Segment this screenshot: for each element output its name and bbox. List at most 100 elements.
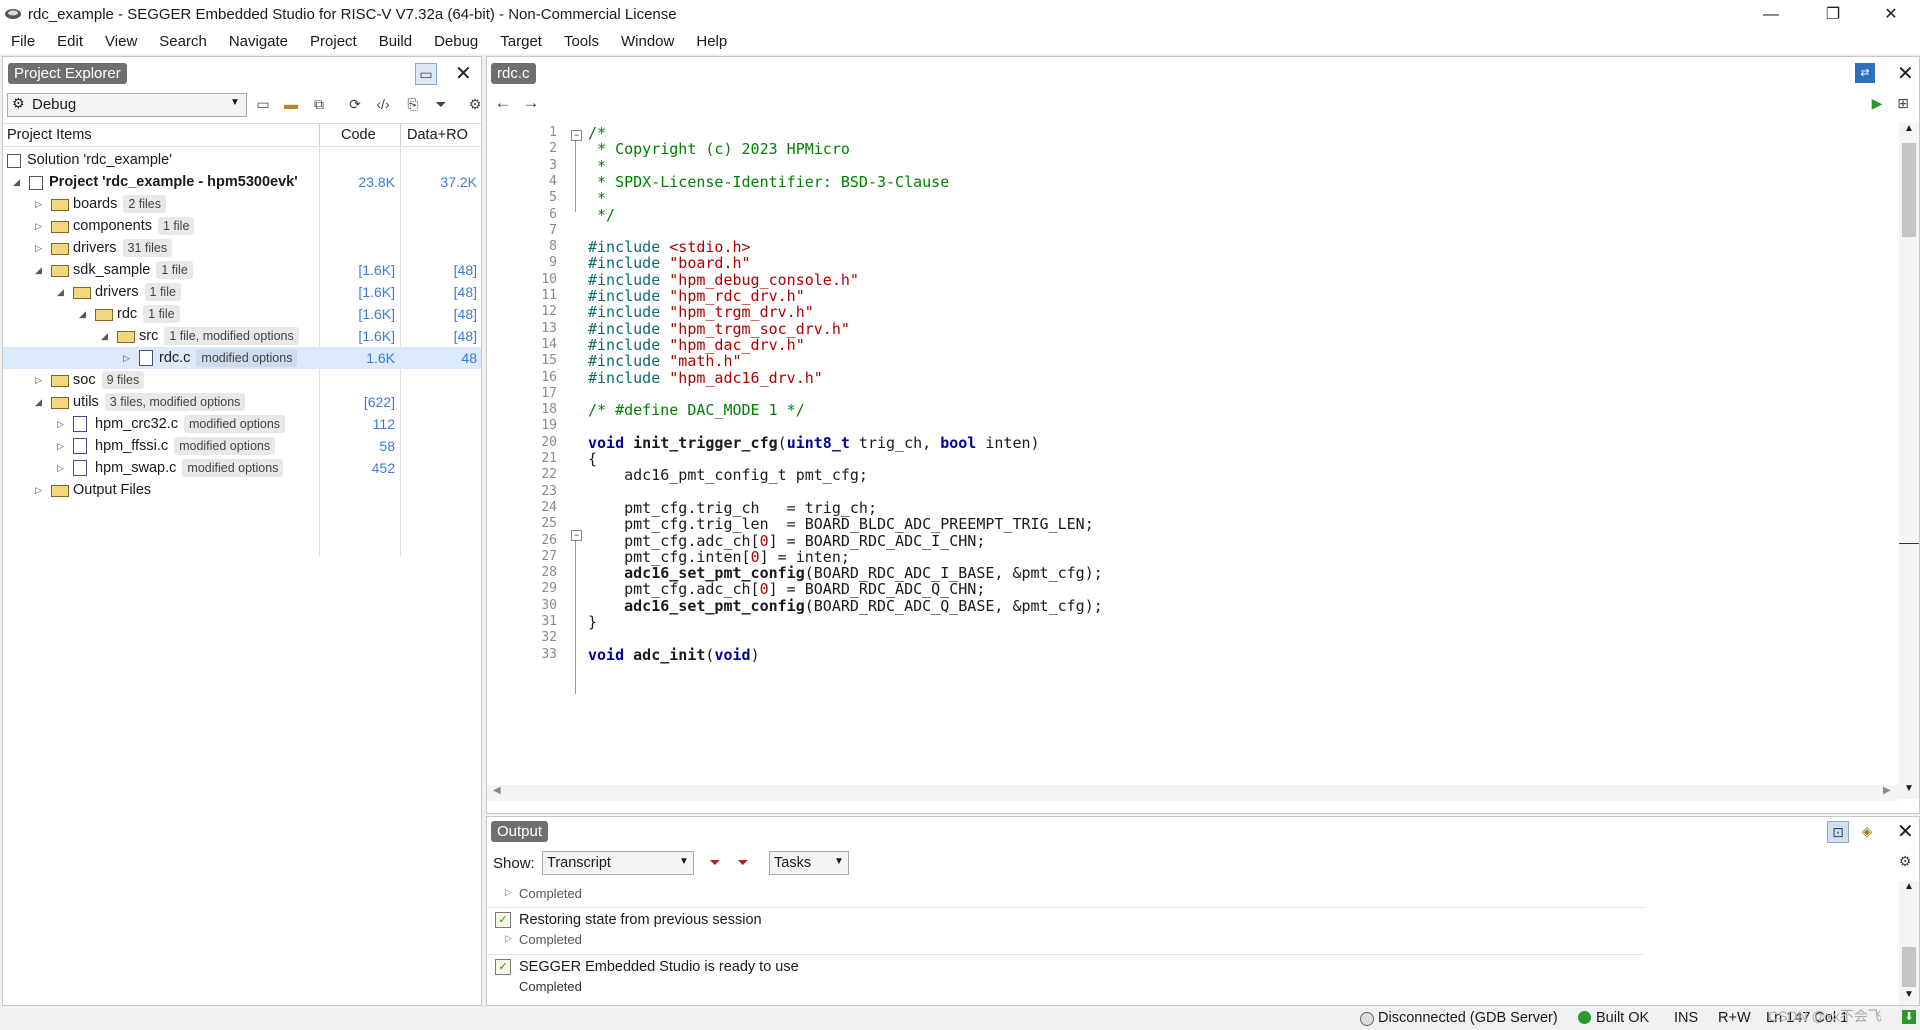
run-icon[interactable]: ▶ bbox=[1867, 93, 1887, 113]
scroll-left-icon[interactable]: ◀ bbox=[493, 785, 501, 796]
expanded-arrow-icon[interactable]: ◢ bbox=[101, 325, 108, 347]
menu-debug[interactable]: Debug bbox=[423, 30, 489, 50]
close-window-button[interactable]: ✕ bbox=[1868, 0, 1914, 30]
expanded-arrow-icon[interactable]: ◢ bbox=[13, 171, 20, 193]
code-line[interactable]: * SPDX-License-Identifier: BSD-3-Clause bbox=[588, 173, 949, 191]
tree-row-project[interactable]: ◢ Project 'rdc_example - hpm5300evk' 23.… bbox=[3, 171, 481, 193]
expanded-arrow-icon[interactable]: ◢ bbox=[79, 303, 86, 325]
restore-button[interactable]: ❐ bbox=[1810, 0, 1856, 30]
code-line[interactable]: #include "hpm_rdc_drv.h" bbox=[588, 287, 805, 305]
tree-row-output-files[interactable]: ▷ Output Files bbox=[3, 479, 481, 501]
output-item[interactable]: ✓ SEGGER Embedded Studio is ready to use… bbox=[487, 955, 1645, 1001]
project-explorer-tab[interactable]: Project Explorer bbox=[8, 63, 127, 84]
code-line[interactable]: * bbox=[588, 157, 606, 175]
editor-tab-rdc-c[interactable]: rdc.c bbox=[491, 63, 536, 84]
column-project-items[interactable]: Project Items bbox=[7, 127, 92, 143]
scroll-thumb[interactable] bbox=[1902, 143, 1916, 237]
filter-add-icon[interactable]: ⏷ bbox=[705, 852, 725, 872]
menu-target[interactable]: Target bbox=[489, 30, 553, 50]
minimize-button[interactable]: — bbox=[1748, 0, 1794, 30]
fold-icon[interactable]: − bbox=[571, 130, 582, 141]
menu-project[interactable]: Project bbox=[299, 30, 368, 50]
horizontal-scrollbar[interactable]: ◀ ▶ bbox=[487, 785, 1899, 801]
tree-row-rdc-c[interactable]: ▷ rdc.c modified options 1.6K 48 bbox=[3, 347, 481, 369]
settings-icon[interactable]: ⚙ bbox=[1895, 851, 1915, 871]
menu-navigate[interactable]: Navigate bbox=[218, 30, 299, 50]
collapsed-arrow-icon[interactable]: ▷ bbox=[35, 215, 42, 237]
column-data-ro[interactable]: Data+RO bbox=[407, 127, 468, 143]
code-line[interactable]: #include <stdio.h> bbox=[588, 238, 751, 256]
split-view-icon[interactable]: ⇄ bbox=[1855, 63, 1875, 83]
menu-help[interactable]: Help bbox=[685, 30, 738, 50]
tree-row-src[interactable]: ◢ src 1 file, modified options [1.6K] [48… bbox=[3, 325, 481, 347]
config-dropdown[interactable]: ⚙ Debug ▼ bbox=[7, 93, 247, 117]
code-line[interactable]: void adc_init(void) bbox=[588, 646, 760, 664]
collapsed-arrow-icon[interactable]: ▷ bbox=[35, 193, 42, 215]
code-area[interactable]: − − 1 /* 2 * Copyright (c) 2023 HPMicro 3 *… bbox=[487, 123, 1899, 799]
menu-edit[interactable]: Edit bbox=[46, 30, 94, 50]
fold-icon[interactable]: − bbox=[571, 530, 582, 541]
code-line[interactable]: pmt_cfg.trig_ch = trig_ch; bbox=[588, 499, 877, 517]
code-line[interactable]: #include "hpm_trgm_soc_drv.h" bbox=[588, 320, 850, 338]
code-line[interactable]: adc16_set_pmt_config(BOARD_RDC_ADC_I_BAS… bbox=[588, 564, 1103, 582]
tree-row-hpm-swap[interactable]: ▷ hpm_swap.c modified options 452 bbox=[3, 457, 481, 479]
tree-row-solution[interactable]: Solution 'rdc_example' bbox=[3, 149, 481, 171]
tree-row-hpm-crc32[interactable]: ▷ hpm_crc32.c modified options 112 bbox=[3, 413, 481, 435]
code-line[interactable]: pmt_cfg.adc_ch[0] = BOARD_RDC_ADC_I_CHN; bbox=[588, 532, 985, 550]
collapsed-arrow-icon[interactable]: ▷ bbox=[57, 413, 64, 435]
menu-tools[interactable]: Tools bbox=[553, 30, 610, 50]
settings-icon[interactable]: ⚙ bbox=[465, 94, 485, 114]
code-line[interactable]: adc16_pmt_config_t pmt_cfg; bbox=[588, 466, 868, 484]
code-line[interactable]: pmt_cfg.inten[0] = inten; bbox=[588, 548, 850, 566]
download-icon[interactable]: ⬇ bbox=[1902, 1010, 1916, 1024]
close-editor-icon[interactable]: ✕ bbox=[1897, 61, 1914, 86]
scroll-up-icon[interactable]: ▲ bbox=[1904, 123, 1914, 134]
filter-icon[interactable]: ⏷ bbox=[431, 94, 451, 114]
code-line[interactable]: adc16_set_pmt_config(BOARD_RDC_ADC_Q_BAS… bbox=[588, 597, 1103, 615]
code-line[interactable]: * bbox=[588, 189, 606, 207]
tree-row-sdk-sample[interactable]: ◢ sdk_sample 1 file [1.6K] [48] bbox=[3, 259, 481, 281]
output-item[interactable]: ✓ Restoring state from previous session … bbox=[487, 908, 1645, 955]
output-tab[interactable]: Output bbox=[491, 821, 549, 842]
menu-file[interactable]: File bbox=[0, 30, 46, 50]
scroll-down-icon[interactable]: ▼ bbox=[1904, 989, 1914, 1000]
collapsed-arrow-icon[interactable]: ▷ bbox=[505, 887, 512, 898]
show-dropdown[interactable]: Transcript ▼ bbox=[542, 851, 694, 875]
tasks-dropdown[interactable]: Tasks ▼ bbox=[769, 851, 849, 875]
code-line[interactable]: pmt_cfg.adc_ch[0] = BOARD_RDC_ADC_Q_CHN; bbox=[588, 580, 985, 598]
collapsed-arrow-icon[interactable]: ▷ bbox=[57, 457, 64, 479]
expanded-arrow-icon[interactable]: ◢ bbox=[35, 391, 42, 413]
scroll-down-icon[interactable]: ▼ bbox=[1904, 783, 1914, 794]
code-icon[interactable]: ‹/› bbox=[373, 94, 393, 114]
log-icon[interactable]: ◈ bbox=[1857, 821, 1877, 841]
insert-mode[interactable]: INS bbox=[1674, 1010, 1698, 1026]
tree-row-components[interactable]: ▷ components 1 file bbox=[3, 215, 481, 237]
tree-row-rdc[interactable]: ◢ rdc 1 file [1.6K] [48] bbox=[3, 303, 481, 325]
code-line[interactable]: /* #define DAC_MODE 1 */ bbox=[588, 401, 805, 419]
code-line[interactable]: { bbox=[588, 450, 597, 468]
collapsed-arrow-icon[interactable]: ▷ bbox=[35, 479, 42, 501]
back-arrow-icon[interactable]: ← bbox=[493, 93, 513, 113]
tree-row-drivers[interactable]: ▷ drivers 31 files bbox=[3, 237, 481, 259]
connection-status[interactable]: Disconnected (GDB Server) bbox=[1378, 1010, 1558, 1026]
tree-row-hpm-ffssi[interactable]: ▷ hpm_ffssi.c modified options 58 bbox=[3, 435, 481, 457]
tree-row-boards[interactable]: ▷ boards 2 files bbox=[3, 193, 481, 215]
clear-output-icon[interactable]: ⊡ bbox=[1827, 821, 1849, 843]
tree-row-soc[interactable]: ▷ soc 9 files bbox=[3, 369, 481, 391]
code-line[interactable]: #include "math.h" bbox=[588, 352, 742, 370]
forward-arrow-icon[interactable]: → bbox=[521, 93, 541, 113]
refresh-icon[interactable]: ⟳ bbox=[345, 94, 365, 114]
tree-row-utils[interactable]: ◢ utils 3 files, modified options [622] bbox=[3, 391, 481, 413]
code-line[interactable]: * Copyright (c) 2023 HPMicro bbox=[588, 140, 850, 158]
collapsed-arrow-icon[interactable]: ▷ bbox=[35, 237, 42, 259]
output-item[interactable]: ▷ Completed bbox=[487, 881, 1645, 908]
column-code[interactable]: Code bbox=[341, 127, 376, 143]
collapsed-arrow-icon[interactable]: ▷ bbox=[57, 435, 64, 457]
expanded-arrow-icon[interactable]: ◢ bbox=[35, 259, 42, 281]
properties-icon[interactable]: ⎘ bbox=[403, 94, 423, 114]
code-line[interactable]: #include "hpm_debug_console.h" bbox=[588, 271, 859, 289]
code-line[interactable]: */ bbox=[588, 206, 615, 224]
scroll-up-icon[interactable]: ▲ bbox=[1904, 881, 1914, 892]
collapsed-arrow-icon[interactable]: ▷ bbox=[505, 933, 512, 944]
collapsed-arrow-icon[interactable]: ▷ bbox=[123, 347, 130, 369]
